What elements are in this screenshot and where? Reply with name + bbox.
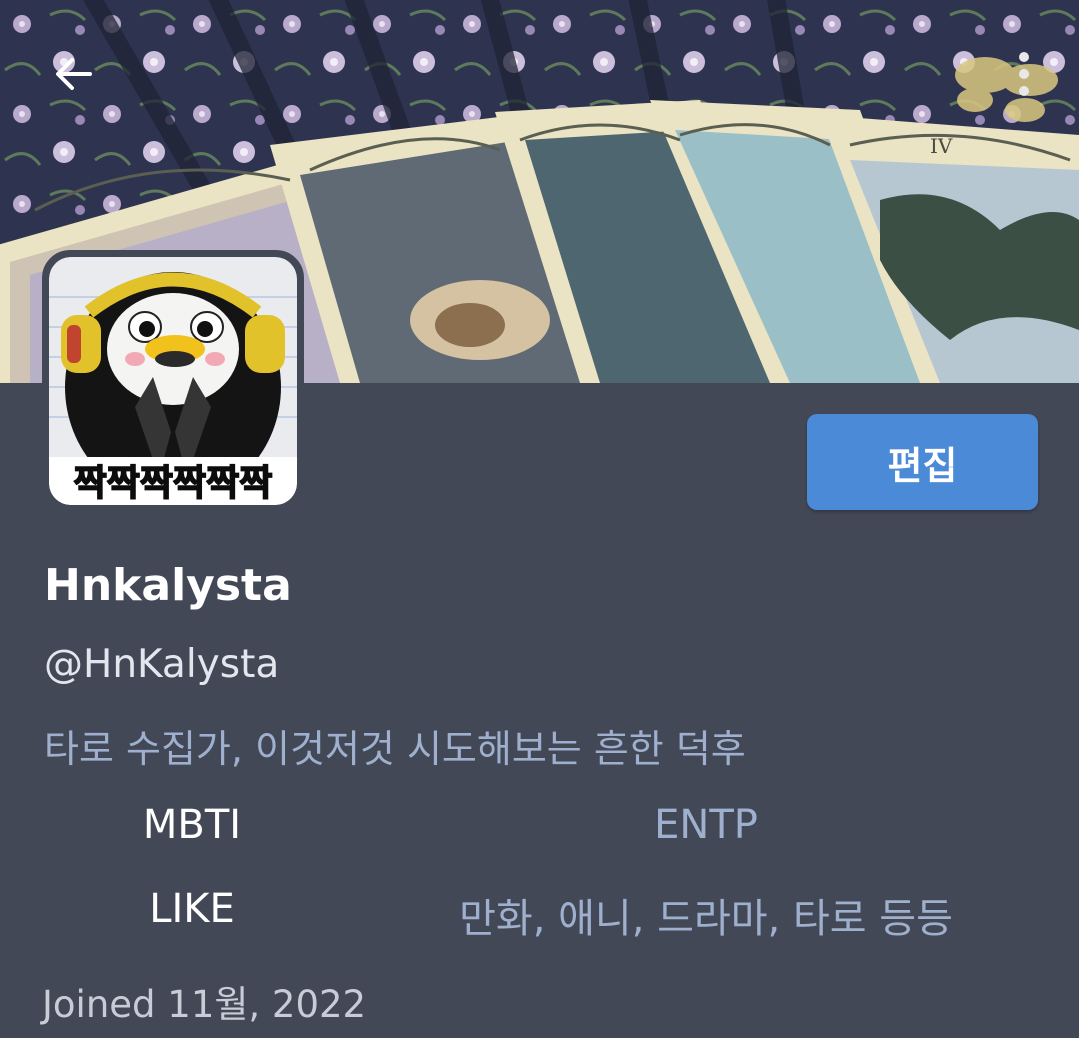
display-name: Hnkalysta bbox=[44, 560, 292, 611]
more-vertical-icon bbox=[1019, 52, 1029, 96]
profile-field-value-like: 만화, 애니, 드라마, 타로 등등 bbox=[459, 896, 953, 942]
profile-field-key-mbti: MBTI bbox=[142, 802, 242, 848]
avatar-caption: 짝짝짝짝짝짝 bbox=[74, 463, 273, 504]
joined-date: Joined 11월, 2022 bbox=[42, 983, 367, 1026]
profile-field-key-like: LIKE bbox=[149, 886, 235, 932]
arrow-left-icon bbox=[56, 58, 92, 90]
back-button[interactable] bbox=[42, 42, 106, 106]
user-handle: @HnKalysta bbox=[44, 642, 280, 687]
profile-screen: IV 짝짝짝짝짝짝 편집 Hnkalysta @HnKalysta 타로 수집가… bbox=[0, 0, 1079, 1038]
more-options-button[interactable] bbox=[992, 42, 1056, 106]
avatar-image: 짝짝짝짝짝짝 bbox=[49, 257, 297, 505]
banner-card-numeral: IV bbox=[930, 134, 953, 158]
edit-profile-button[interactable]: 편집 bbox=[807, 414, 1038, 510]
bio-text: 타로 수집가, 이것저것 시도해보는 흔한 덕후 bbox=[44, 727, 746, 771]
avatar[interactable]: 짝짝짝짝짝짝 bbox=[42, 250, 304, 512]
profile-field-value-mbti: ENTP bbox=[654, 802, 758, 848]
